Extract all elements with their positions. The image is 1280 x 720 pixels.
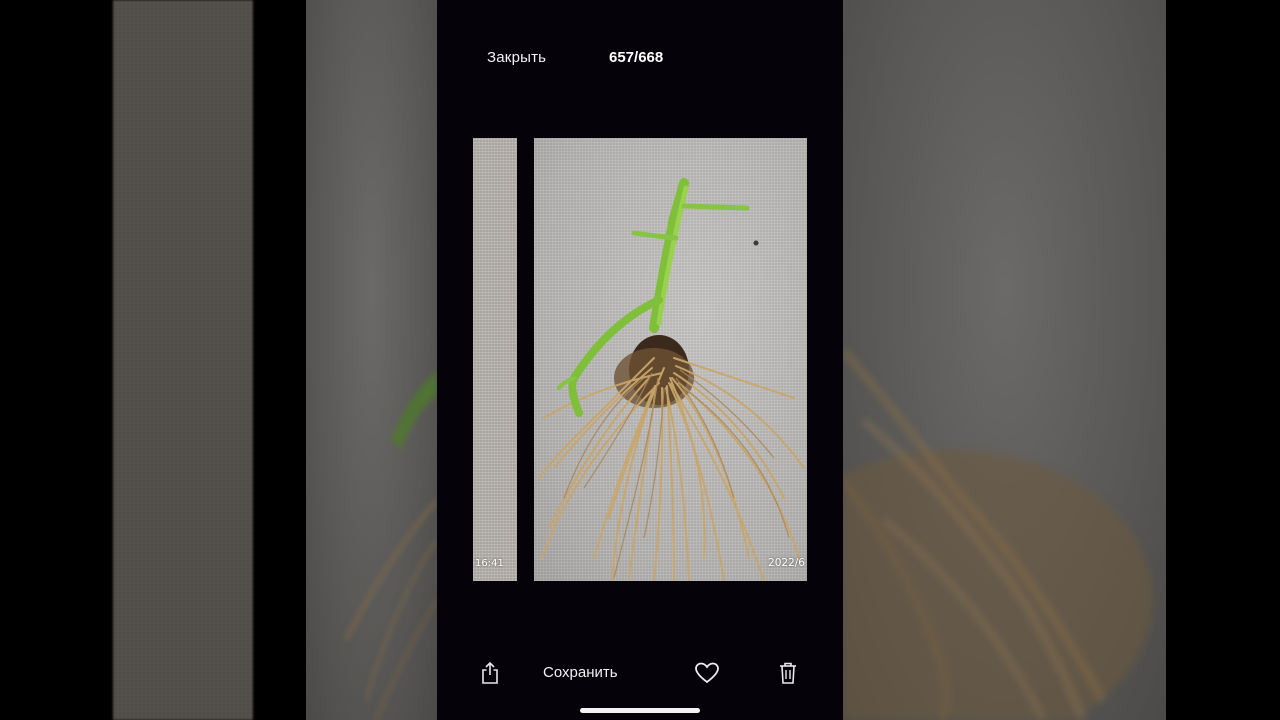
home-indicator[interactable] (580, 708, 700, 713)
current-photo[interactable]: 2022/6 (534, 138, 807, 581)
previous-photo-timestamp: 16:41 (475, 558, 504, 569)
blurred-background-right (843, 0, 1280, 720)
share-icon[interactable] (477, 660, 503, 686)
save-button[interactable]: Сохранить (543, 664, 618, 681)
blurred-fabric-strip (113, 0, 253, 720)
previous-photo[interactable]: 16:41 (473, 138, 517, 581)
photo-viewer: Закрыть 657/668 16:41 2022/6 Сохранить (437, 0, 843, 720)
close-button[interactable]: Закрыть (487, 49, 546, 66)
heart-icon[interactable] (694, 660, 720, 686)
seedling-roots-image (538, 178, 805, 581)
current-photo-date-stamp: 2022/6 (768, 557, 805, 569)
blurred-photo-enlarged (843, 0, 1166, 720)
trash-icon[interactable] (775, 660, 801, 686)
photo-counter: 657/668 (609, 49, 664, 66)
blurred-background-left (0, 0, 437, 720)
blurred-photo-strip (306, 0, 437, 720)
